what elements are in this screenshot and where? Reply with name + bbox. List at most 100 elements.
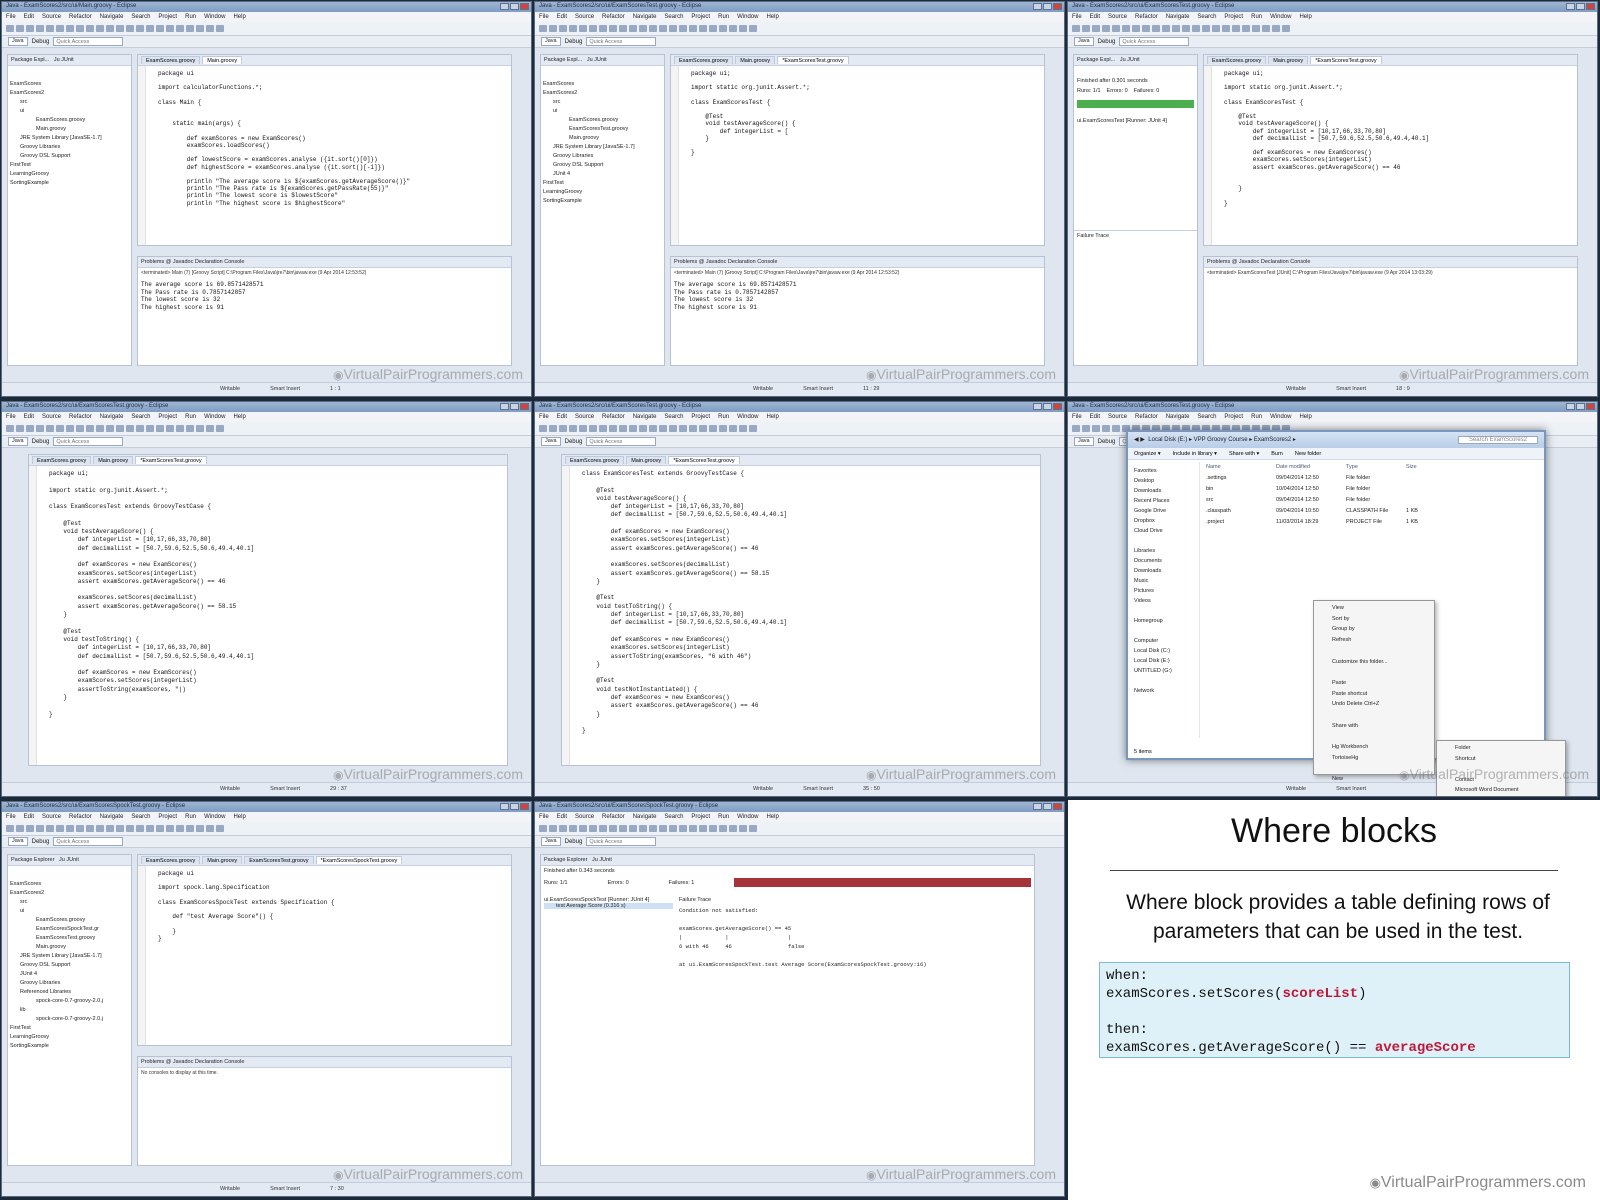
close-button[interactable] xyxy=(1586,403,1595,410)
menu-item-navigate[interactable]: Navigate xyxy=(100,14,124,20)
maximize-button[interactable] xyxy=(1043,803,1052,810)
toolbar-icon[interactable] xyxy=(1132,25,1140,32)
toolbar-icon[interactable] xyxy=(6,825,14,832)
toolbar-icon[interactable] xyxy=(649,425,657,432)
toolbar-icon[interactable] xyxy=(36,825,44,832)
maximize-button[interactable] xyxy=(1576,403,1585,410)
close-button[interactable] xyxy=(520,403,529,410)
tree-item[interactable]: Groovy Libraries xyxy=(10,143,129,152)
toolbar-icon[interactable] xyxy=(206,825,214,832)
menu-item-window[interactable]: Window xyxy=(737,814,758,820)
explorer-navigation[interactable]: Favorites Desktop Downloads Recent Places Go… xyxy=(1130,462,1200,738)
menu-item-search[interactable]: Search xyxy=(1197,414,1216,420)
toolbar-icon[interactable] xyxy=(56,425,64,432)
menu-item-refactor[interactable]: Refactor xyxy=(69,14,92,20)
menu-item-help[interactable]: Help xyxy=(766,414,778,420)
new-submenu-item[interactable]: Shortcut xyxy=(1455,754,1561,765)
toolbar-icon[interactable] xyxy=(16,425,24,432)
toolbar-icon[interactable] xyxy=(66,825,74,832)
java-perspective-button[interactable]: Java xyxy=(8,837,28,846)
toolbar-icon[interactable] xyxy=(1172,25,1180,32)
tree-item[interactable]: JUnit 4 xyxy=(543,170,662,179)
toolbar-icon[interactable] xyxy=(639,425,647,432)
quick-access-input[interactable]: Quick Access xyxy=(1119,37,1190,46)
tree-item[interactable]: spock-core-0.7-groovy-2.0.j xyxy=(10,1015,129,1024)
menu-item-project[interactable]: Project xyxy=(691,14,710,20)
toolbar-icon[interactable] xyxy=(589,425,597,432)
close-button[interactable] xyxy=(520,3,529,10)
code-editor[interactable]: ExamScores.groovy Main.groovy *ExamScoresT… xyxy=(28,454,508,766)
minimize-button[interactable] xyxy=(500,403,509,410)
toolbar-icon[interactable] xyxy=(86,825,94,832)
explorer-nav-item[interactable]: UNTITLED (G:) xyxy=(1134,666,1195,676)
explorer-nav-item[interactable]: Documents xyxy=(1134,556,1195,566)
menu-item-source[interactable]: Source xyxy=(1108,14,1127,20)
tree-item[interactable]: ExamScores.groovy xyxy=(543,116,662,125)
menu-item-file[interactable]: File xyxy=(539,14,549,20)
minimize-button[interactable] xyxy=(1033,403,1042,410)
menu-item-window[interactable]: Window xyxy=(737,14,758,20)
toolbar-icon[interactable] xyxy=(559,25,567,32)
toolbar-icon[interactable] xyxy=(56,825,64,832)
file-row[interactable]: .project 11/03/2014 18:29 PROJECT File 1 KB xyxy=(1206,517,1540,528)
toolbar-icon[interactable] xyxy=(206,25,214,32)
toolbar-icon[interactable] xyxy=(1072,425,1080,432)
menu-item-search[interactable]: Search xyxy=(131,414,150,420)
junit-tab[interactable]: Ju JUnit xyxy=(54,57,74,63)
toolbar-icon[interactable] xyxy=(46,825,54,832)
project-tree[interactable]: ExamScores ExamScores2 src ui ExamScores.gro… xyxy=(8,66,131,190)
tree-item[interactable]: ExamScores2 xyxy=(543,89,662,98)
toolbar-icon[interactable] xyxy=(1072,25,1080,32)
context-menu-item[interactable] xyxy=(1332,646,1430,657)
editor-tab[interactable]: Main.groovy xyxy=(735,56,776,64)
toolbar-icon[interactable] xyxy=(679,825,687,832)
toolbar-icon[interactable] xyxy=(589,825,597,832)
menu-item-refactor[interactable]: Refactor xyxy=(1135,14,1158,20)
toolbar-icon[interactable] xyxy=(1222,25,1230,32)
toolbar-icon[interactable] xyxy=(146,425,154,432)
menu-item-project[interactable]: Project xyxy=(1224,14,1243,20)
menu-item-project[interactable]: Project xyxy=(691,414,710,420)
explorer-toolbar-button[interactable]: Include in library ▾ xyxy=(1173,451,1217,457)
package-explorer-tab[interactable]: Package Expl... xyxy=(544,57,582,63)
toolbar-icon[interactable] xyxy=(609,25,617,32)
tree-item[interactable]: SortingExample xyxy=(543,197,662,206)
close-button[interactable] xyxy=(1053,403,1062,410)
menu-item-edit[interactable]: Edit xyxy=(24,14,34,20)
tree-item[interactable]: Main.groovy xyxy=(10,943,129,952)
tree-item[interactable]: ui xyxy=(10,107,129,116)
editor-tab[interactable]: *ExamScoresTest.groovy xyxy=(777,56,849,64)
editor-tab[interactable]: Main.groovy xyxy=(202,856,243,864)
tree-item[interactable]: ExamScores xyxy=(543,80,662,89)
toolbar-icon[interactable] xyxy=(1122,25,1130,32)
tree-item[interactable]: JRE System Library [JavaSE-1.7] xyxy=(10,952,129,961)
toolbar-icon[interactable] xyxy=(719,425,727,432)
toolbar-icon[interactable] xyxy=(1182,25,1190,32)
tree-item[interactable]: Referenced Libraries xyxy=(10,988,129,997)
explorer-path[interactable]: Local Disk (E:) ▸ VPP Groovy Course ▸ Ex… xyxy=(1148,437,1296,443)
toolbar-icon[interactable] xyxy=(669,825,677,832)
toolbar-icon[interactable] xyxy=(599,25,607,32)
tree-item[interactable]: Main.groovy xyxy=(543,134,662,143)
toolbar-icon[interactable] xyxy=(1102,425,1110,432)
toolbar-icon[interactable] xyxy=(6,425,14,432)
junit-tab[interactable]: Ju JUnit xyxy=(59,857,79,863)
quick-access-input[interactable]: Quick Access xyxy=(586,837,657,846)
toolbar-icon[interactable] xyxy=(569,825,577,832)
tree-item[interactable]: ExamScores.groovy xyxy=(10,116,129,125)
toolbar-icon[interactable] xyxy=(56,25,64,32)
code-editor[interactable]: ExamScores.groovy Main.groovy ExamScoresTe… xyxy=(137,854,512,1046)
toolbar-icon[interactable] xyxy=(579,825,587,832)
debug-perspective-button[interactable]: Debug xyxy=(565,439,583,445)
tree-item[interactable]: ExamScores2 xyxy=(10,889,129,898)
explorer-nav-item[interactable]: Pictures xyxy=(1134,586,1195,596)
toolbar-icon[interactable] xyxy=(116,25,124,32)
tree-item[interactable]: src xyxy=(10,898,129,907)
toolbar-icon[interactable] xyxy=(216,825,224,832)
explorer-nav-item[interactable]: Local Disk (E:) xyxy=(1134,656,1195,666)
editor-tab[interactable]: Main.groovy xyxy=(202,56,243,64)
explorer-nav-item[interactable] xyxy=(1134,626,1195,636)
toolbar-icon[interactable] xyxy=(1252,25,1260,32)
toolbar-icon[interactable] xyxy=(66,425,74,432)
tree-item[interactable]: SortingExample xyxy=(10,179,129,188)
